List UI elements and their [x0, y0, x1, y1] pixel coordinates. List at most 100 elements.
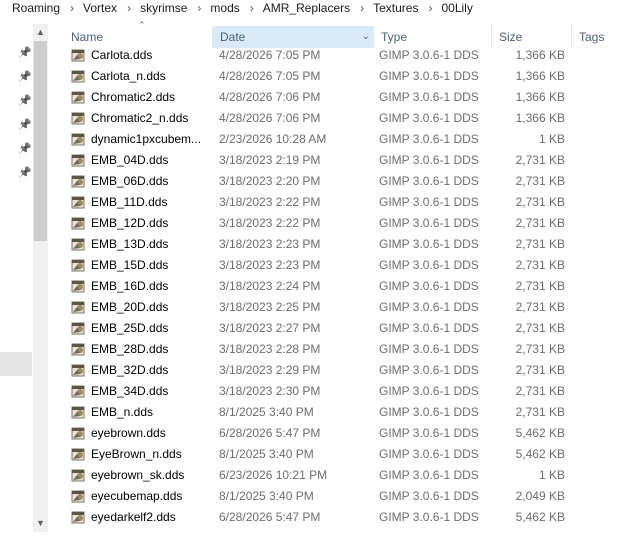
column-header-tags-label: Tags: [579, 30, 605, 44]
file-size: 2,731 KB: [515, 174, 565, 188]
file-date: 3/18/2023 2:23 PM: [219, 237, 321, 251]
file-date: 4/28/2026 7:06 PM: [219, 111, 321, 125]
gimp-file-icon: [71, 405, 86, 419]
file-row[interactable]: dynamic1pxcubem... 2/23/2026 10:28 AM GIMP…: [55, 129, 635, 150]
file-name: EMB_34D.dds: [91, 384, 169, 398]
gimp-file-icon: [71, 153, 86, 167]
file-row[interactable]: Chromatic2.dds 4/28/2026 7:06 PM GIMP 3.0.…: [55, 87, 635, 108]
file-size: 1,366 KB: [515, 90, 565, 104]
gimp-file-icon: [71, 195, 86, 209]
file-row[interactable]: EMB_28D.dds 3/18/2023 2:28 PM GIMP 3.0.6-1…: [55, 339, 635, 360]
file-row[interactable]: EMB_04D.dds 3/18/2023 2:19 PM GIMP 3.0.6-1…: [55, 150, 635, 171]
file-row[interactable]: EMB_34D.dds 3/18/2023 2:30 PM GIMP 3.0.6-1…: [55, 381, 635, 402]
file-date: 6/28/2026 5:47 PM: [219, 510, 321, 524]
file-type: GIMP 3.0.6-1 DDS: [379, 48, 479, 62]
file-row[interactable]: Carlota_n.dds 4/28/2026 7:05 PM GIMP 3.0.6…: [55, 66, 635, 87]
breadcrumb-item[interactable]: Textures: [372, 1, 419, 15]
file-type: GIMP 3.0.6-1 DDS: [379, 405, 479, 419]
file-row[interactable]: eyecubemap.dds 8/1/2025 3:40 PM GIMP 3.0.6…: [55, 486, 635, 507]
file-type: GIMP 3.0.6-1 DDS: [379, 132, 479, 146]
pin-icon[interactable]: 📌: [18, 47, 32, 59]
file-row[interactable]: eyebrown_sk.dds 6/23/2026 10:21 PM GIMP 3.…: [55, 465, 635, 486]
breadcrumb-item[interactable]: skyrimse: [139, 1, 188, 15]
breadcrumb-item[interactable]: Vortex: [82, 1, 118, 15]
chevron-right-icon[interactable]: ›: [351, 1, 372, 15]
chevron-right-icon[interactable]: ›: [188, 1, 209, 15]
scrollbar-thumb[interactable]: [34, 41, 47, 241]
scroll-up-arrow-icon[interactable]: ▲: [33, 24, 48, 41]
file-date: 3/18/2023 2:27 PM: [219, 321, 321, 335]
chevron-right-icon[interactable]: ›: [419, 1, 440, 15]
file-row[interactable]: EMB_11D.dds 3/18/2023 2:22 PM GIMP 3.0.6-1…: [55, 192, 635, 213]
file-row[interactable]: eyebrown.dds 6/28/2026 5:47 PM GIMP 3.0.6-…: [55, 423, 635, 444]
file-name: Carlota.dds: [91, 48, 153, 62]
file-name: EMB_11D.dds: [91, 195, 168, 209]
breadcrumb-item[interactable]: mods: [209, 1, 240, 15]
gimp-file-icon: [71, 447, 86, 461]
file-row[interactable]: EMB_16D.dds 3/18/2023 2:24 PM GIMP 3.0.6-1…: [55, 276, 635, 297]
gimp-file-icon: [71, 363, 86, 377]
file-date: 6/28/2026 5:47 PM: [219, 426, 321, 440]
file-row[interactable]: EMB_20D.dds 3/18/2023 2:25 PM GIMP 3.0.6-1…: [55, 297, 635, 318]
chevron-right-icon[interactable]: ›: [118, 1, 139, 15]
gimp-file-icon: [71, 321, 86, 335]
chevron-right-icon[interactable]: ›: [61, 1, 82, 15]
file-type: GIMP 3.0.6-1 DDS: [379, 195, 479, 209]
file-row[interactable]: eyedarkelf2.dds 6/28/2026 5:47 PM GIMP 3.0…: [55, 507, 635, 528]
pin-icon[interactable]: 📌: [18, 95, 32, 107]
file-name: dynamic1pxcubem...: [91, 132, 202, 146]
pin-icon[interactable]: 📌: [18, 119, 32, 131]
file-row[interactable]: EMB_25D.dds 3/18/2023 2:27 PM GIMP 3.0.6-1…: [55, 318, 635, 339]
gimp-file-icon: [71, 258, 86, 272]
file-date: 3/18/2023 2:20 PM: [219, 174, 321, 188]
file-type: GIMP 3.0.6-1 DDS: [379, 216, 479, 230]
column-header-name-label: Name: [71, 30, 104, 44]
file-row[interactable]: EMB_06D.dds 3/18/2023 2:20 PM GIMP 3.0.6-1…: [55, 171, 635, 192]
file-size: 5,462 KB: [515, 510, 565, 524]
file-name: Chromatic2_n.dds: [91, 111, 189, 125]
gimp-file-icon: [71, 90, 86, 104]
file-type: GIMP 3.0.6-1 DDS: [379, 363, 479, 377]
file-row[interactable]: EMB_15D.dds 3/18/2023 2:23 PM GIMP 3.0.6-1…: [55, 255, 635, 276]
pin-icon[interactable]: 📌: [18, 143, 32, 155]
gimp-file-icon: [71, 468, 86, 482]
file-size: 2,731 KB: [515, 363, 565, 377]
file-type: GIMP 3.0.6-1 DDS: [379, 468, 479, 482]
file-row[interactable]: Carlota.dds 4/28/2026 7:05 PM GIMP 3.0.6-1…: [55, 45, 635, 66]
navigation-pane: 📌 📌 📌 📌 📌 📌: [0, 16, 33, 549]
vertical-scrollbar[interactable]: ▲ ▼: [33, 24, 48, 532]
file-type: GIMP 3.0.6-1 DDS: [379, 111, 479, 125]
breadcrumb-item[interactable]: AMR_Replacers: [262, 1, 351, 15]
file-name: EMB_28D.dds: [91, 342, 169, 356]
gimp-file-icon: [71, 342, 86, 356]
file-row[interactable]: EMB_n.dds 8/1/2025 3:40 PM GIMP 3.0.6-1 DD…: [55, 402, 635, 423]
gimp-file-icon: [71, 237, 86, 251]
file-row[interactable]: EMB_32D.dds 3/18/2023 2:29 PM GIMP 3.0.6-1…: [55, 360, 635, 381]
file-size: 2,731 KB: [515, 384, 565, 398]
pin-icon[interactable]: 📌: [18, 71, 32, 83]
file-type: GIMP 3.0.6-1 DDS: [379, 447, 479, 461]
sort-ascending-icon: ⌃: [138, 20, 146, 30]
file-date: 8/1/2025 3:40 PM: [219, 447, 314, 461]
file-size: 1 KB: [538, 132, 565, 146]
scroll-down-arrow-icon[interactable]: ▼: [33, 515, 48, 532]
file-size: 1,366 KB: [515, 69, 565, 83]
chevron-right-icon[interactable]: ›: [241, 1, 262, 15]
breadcrumb: Roaming › Vortex › skyrimse › mods › AMR_Replace…: [0, 0, 635, 16]
file-type: GIMP 3.0.6-1 DDS: [379, 153, 479, 167]
file-name: Chromatic2.dds: [91, 90, 176, 104]
file-row[interactable]: Chromatic2_n.dds 4/28/2026 7:06 PM GIMP 3.…: [55, 108, 635, 129]
breadcrumb-item[interactable]: Roaming: [11, 1, 61, 15]
breadcrumb-item[interactable]: 00Lily: [440, 1, 473, 15]
pin-icon[interactable]: 📌: [18, 167, 32, 179]
file-row[interactable]: EyeBrown_n.dds 8/1/2025 3:40 PM GIMP 3.0.6…: [55, 444, 635, 465]
file-type: GIMP 3.0.6-1 DDS: [379, 342, 479, 356]
gimp-file-icon: [71, 426, 86, 440]
file-type: GIMP 3.0.6-1 DDS: [379, 426, 479, 440]
file-size: 2,731 KB: [515, 300, 565, 314]
file-row[interactable]: EMB_13D.dds 3/18/2023 2:23 PM GIMP 3.0.6-1…: [55, 234, 635, 255]
gimp-file-icon: [71, 48, 86, 62]
file-date: 3/18/2023 2:25 PM: [219, 300, 321, 314]
file-row[interactable]: EMB_12D.dds 3/18/2023 2:22 PM GIMP 3.0.6-1…: [55, 213, 635, 234]
nav-item-selected[interactable]: [0, 352, 32, 376]
